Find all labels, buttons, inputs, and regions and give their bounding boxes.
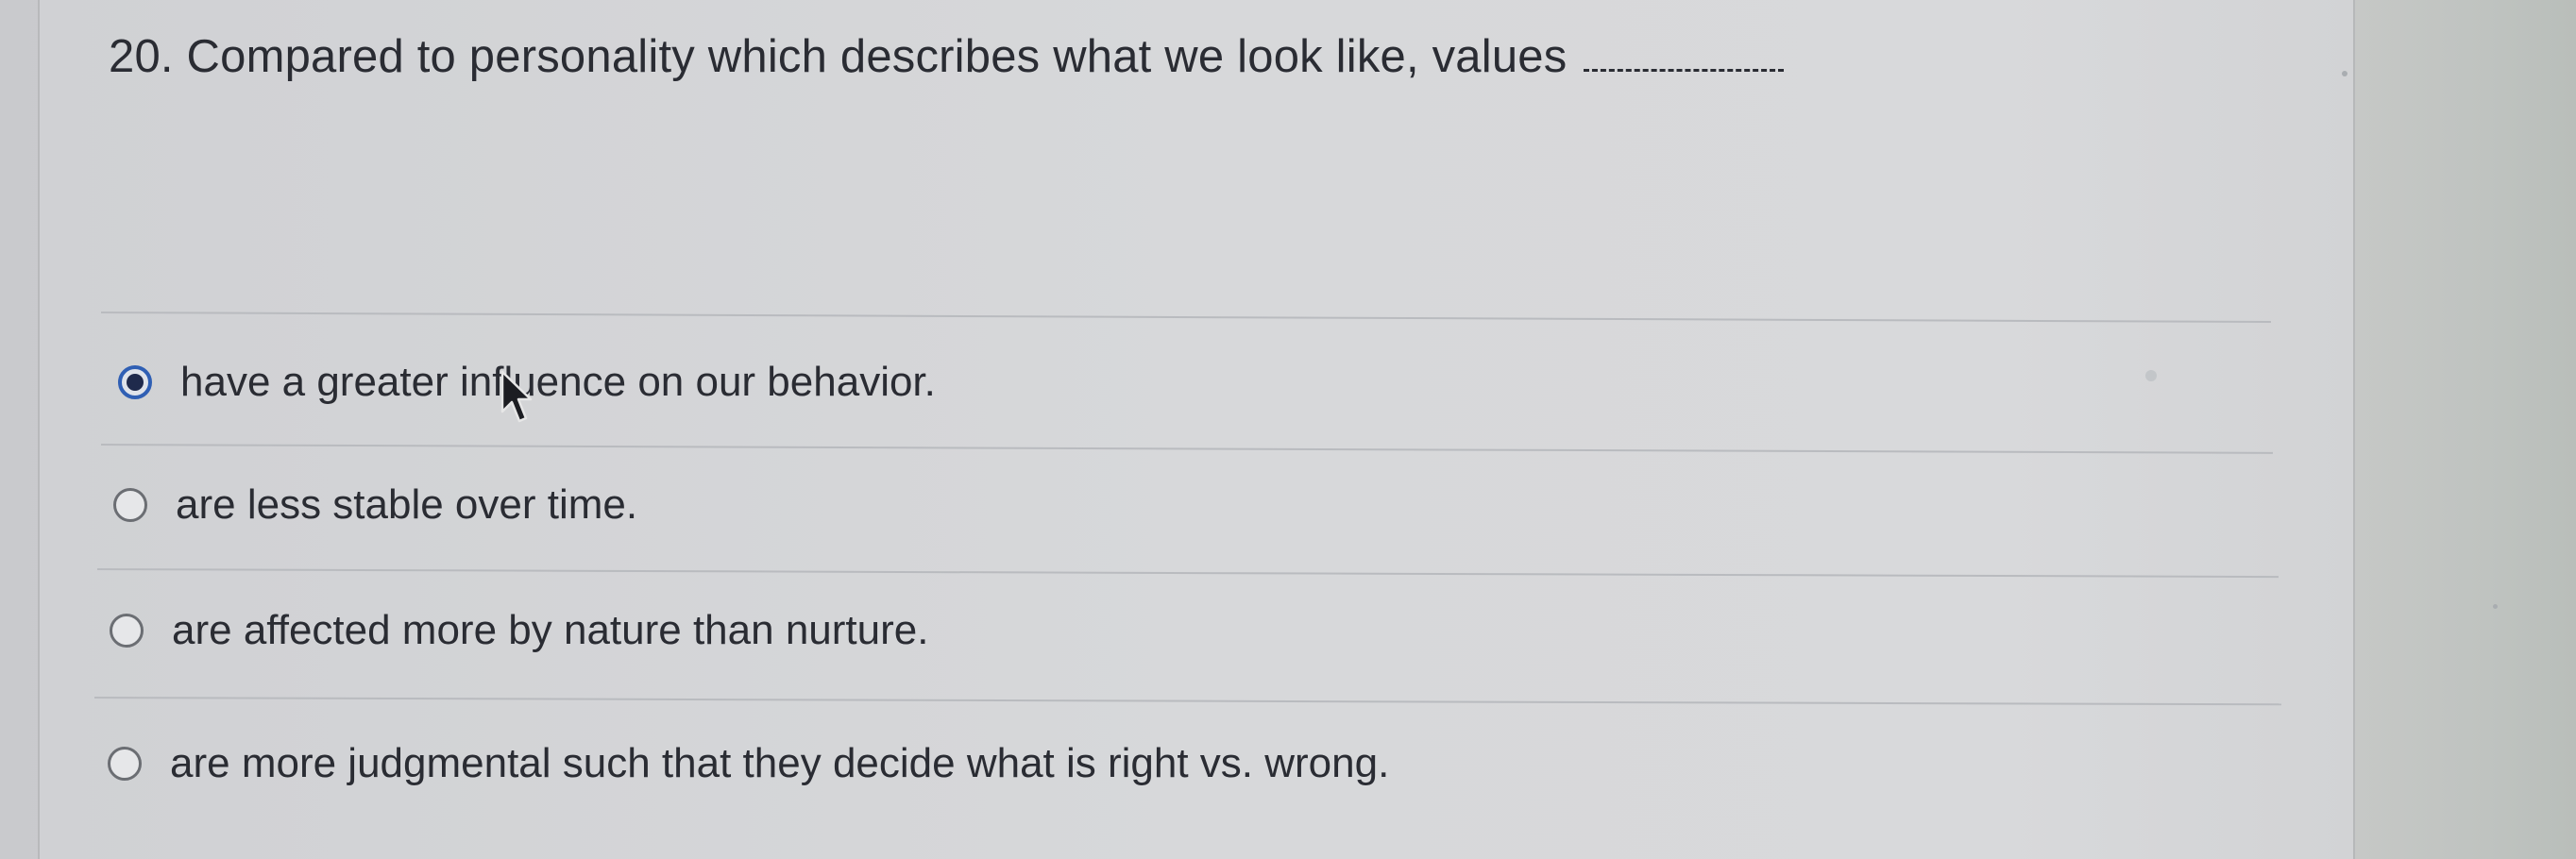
question-prompt: 20. Compared to personality which descri… xyxy=(109,31,1568,82)
answer-blank xyxy=(1584,41,1785,72)
screen-speck xyxy=(2342,71,2347,76)
answer-option-4[interactable]: are more judgmental such that they decid… xyxy=(108,740,1389,787)
option-label[interactable]: are affected more by nature than nurture… xyxy=(172,607,928,654)
radio-empty-icon[interactable] xyxy=(113,488,147,522)
option-label[interactable]: have a greater influence on our behavior… xyxy=(180,359,936,406)
option-label[interactable]: are less stable over time. xyxy=(176,481,637,529)
background-surface xyxy=(2355,0,2576,859)
option-label[interactable]: are more judgmental such that they decid… xyxy=(170,740,1389,787)
screen-speck xyxy=(2145,370,2157,381)
answer-option-2[interactable]: are less stable over time. xyxy=(113,481,637,529)
radio-empty-icon[interactable] xyxy=(108,747,142,781)
answer-option-3[interactable]: are affected more by nature than nurture… xyxy=(110,607,928,654)
question-card xyxy=(38,0,2355,859)
screen-speck xyxy=(2493,604,2498,609)
radio-dot xyxy=(127,374,144,391)
question-text: 20. Compared to personality which descri… xyxy=(109,30,1785,83)
radio-empty-icon[interactable] xyxy=(110,614,144,648)
screen-photo: 20. Compared to personality which descri… xyxy=(0,0,2576,859)
radio-selected-icon[interactable] xyxy=(118,365,152,399)
answer-option-1[interactable]: have a greater influence on our behavior… xyxy=(118,359,936,406)
